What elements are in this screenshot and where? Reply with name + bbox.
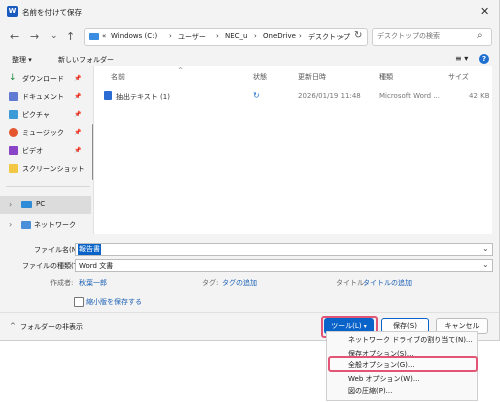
folder-icon	[9, 164, 18, 173]
thumbnail-label[interactable]: 縮小版を保存する	[86, 297, 142, 307]
network-icon	[21, 221, 31, 229]
view-options-button[interactable]: ≡ ▾	[455, 54, 468, 63]
sync-status-icon: ↻	[253, 91, 260, 100]
up-arrow-icon[interactable]: ↑	[66, 30, 75, 43]
menu-item-general-options[interactable]: 全般オプション(G)...	[348, 360, 415, 370]
breadcrumb-item[interactable]: Windows (C:)	[111, 32, 157, 40]
pin-icon: 📌	[74, 93, 82, 100]
folder-location-icon	[89, 33, 99, 40]
column-header-date[interactable]: 更新日時	[298, 72, 326, 82]
pc-icon	[21, 201, 32, 208]
search-box[interactable]: ⌕	[372, 28, 492, 46]
author-value[interactable]: 秋葉一郎	[79, 278, 107, 288]
refresh-icon[interactable]: ↻	[354, 30, 362, 41]
breadcrumb-item[interactable]: OneDrive	[263, 32, 296, 40]
pin-icon: 📌	[74, 111, 82, 118]
column-header-status[interactable]: 状態	[253, 72, 267, 82]
hide-folders-button[interactable]: フォルダーの非表示	[20, 322, 83, 332]
help-icon[interactable]: ?	[479, 54, 489, 64]
filename-field[interactable]: 報告書 ⌄	[75, 243, 493, 256]
search-input[interactable]	[375, 30, 475, 42]
filename-input-value[interactable]: 報告書	[78, 244, 101, 255]
organize-button[interactable]: 整理 ▾	[12, 55, 32, 65]
sidebar-item-documents[interactable]: ドキュメント	[22, 92, 64, 102]
back-arrow-icon[interactable]: ←	[10, 30, 19, 43]
pin-icon: 📌	[74, 75, 82, 82]
thumbnail-checkbox[interactable]	[74, 297, 84, 307]
breadcrumb-separator[interactable]: ›	[216, 32, 219, 40]
sidebar-item-downloads[interactable]: ダウンロード	[22, 74, 64, 84]
filetype-select[interactable]: Word 文書 ⌄	[75, 259, 493, 272]
breadcrumb-separator[interactable]: ›	[299, 32, 302, 40]
collapse-chevron-icon: ^	[10, 322, 16, 330]
sidebar-item-pc-label: PC	[36, 200, 46, 208]
menu-item-compress-pictures[interactable]: 図の圧縮(P)...	[348, 386, 392, 396]
chevron-down-icon[interactable]: ⌄	[482, 244, 489, 253]
music-icon	[9, 128, 18, 137]
pictures-icon	[9, 110, 18, 119]
search-icon: ⌕	[477, 30, 483, 41]
column-header-size[interactable]: サイズ	[448, 72, 469, 82]
documents-icon	[9, 92, 18, 101]
breadcrumb-item[interactable]: ユーザー	[178, 32, 206, 42]
word-document-icon	[104, 91, 112, 100]
title-label: タイトル:	[336, 279, 367, 287]
file-size: 42 KB	[469, 92, 490, 100]
pin-icon: 📌	[74, 147, 82, 154]
file-name: 抽出テキスト (1)	[116, 93, 170, 101]
menu-item-map-network-drive[interactable]: ネットワーク ドライブの割り当て(N)...	[348, 335, 473, 345]
title-add-link[interactable]: タイトルの追加	[363, 278, 412, 288]
forward-arrow-icon[interactable]: →	[30, 30, 39, 43]
address-overflow[interactable]: «	[102, 32, 106, 40]
pin-icon: 📌	[74, 129, 82, 136]
chevron-down-icon[interactable]: ⌄	[482, 260, 489, 269]
expand-chevron-icon[interactable]: ›	[9, 220, 12, 229]
column-header-type[interactable]: 種類	[379, 72, 393, 82]
new-folder-button[interactable]: 新しいフォルダー	[58, 55, 114, 65]
breadcrumb-separator[interactable]: ›	[254, 32, 257, 40]
sidebar-item-screenshots[interactable]: スクリーンショット	[22, 164, 85, 174]
breadcrumb-item[interactable]: NEC_u	[225, 32, 247, 40]
tag-label: タグ:	[202, 279, 219, 287]
close-icon[interactable]: ✕	[480, 5, 489, 18]
word-app-icon: W	[7, 6, 18, 17]
file-date: 2026/01/19 11:48	[298, 92, 361, 100]
author-label: 作成者:	[50, 279, 74, 287]
address-bar[interactable]: « Windows (C:) › ユーザー › NEC_u › OneDrive…	[84, 28, 368, 46]
breadcrumb-separator[interactable]: ›	[169, 32, 172, 40]
address-history-chevron-icon[interactable]: ⌄	[338, 31, 346, 41]
sidebar-item-videos[interactable]: ビデオ	[22, 146, 43, 156]
tag-add-link[interactable]: タグの追加	[222, 278, 257, 288]
sort-indicator-icon: ^	[178, 67, 184, 74]
download-arrow-icon: ↓	[9, 73, 17, 83]
expand-chevron-icon[interactable]: ›	[9, 200, 12, 209]
videos-icon	[9, 146, 18, 155]
save-as-dialog: W 名前を付けて保存 ✕ ← → ⌄ ↑ « Windows (C:) › ユー…	[0, 0, 500, 341]
tools-button-label: ツール(L)	[331, 322, 362, 330]
sidebar-item-pictures[interactable]: ピクチャ	[22, 110, 50, 120]
sidebar-item-music[interactable]: ミュージック	[22, 128, 64, 138]
file-type: Microsoft Word ...	[379, 92, 440, 100]
filetype-value: Word 文書	[79, 262, 114, 270]
sidebar-divider	[6, 186, 90, 187]
column-header-name[interactable]: 名前	[111, 72, 125, 82]
sidebar-item-network[interactable]: ネットワーク	[34, 220, 76, 230]
menu-item-web-options[interactable]: Web オプション(W)...	[348, 374, 420, 384]
footer-divider	[0, 312, 499, 313]
window-title: 名前を付けて保存	[22, 8, 82, 17]
recent-locations-chevron-icon[interactable]: ⌄	[50, 31, 58, 41]
dropdown-arrow-icon: ▾	[363, 323, 367, 330]
filetype-label: ファイルの種類(T):	[22, 262, 84, 270]
sidebar-item-pc[interactable]	[0, 196, 91, 214]
